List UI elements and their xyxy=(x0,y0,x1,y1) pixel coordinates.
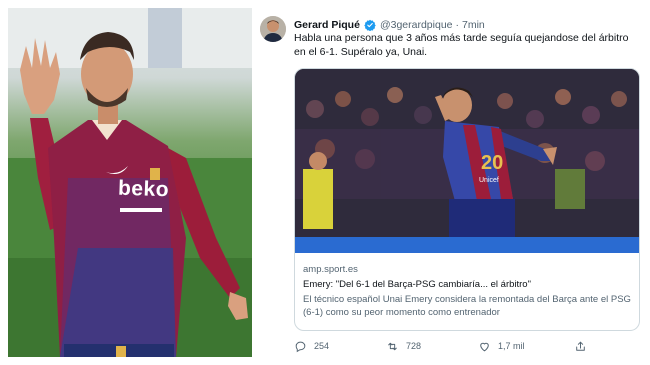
card-meta: amp.sport.es Emery: "Del 6-1 del Barça-P… xyxy=(303,263,635,319)
separator-dot: · xyxy=(455,19,460,31)
card-image: 20 Unicef xyxy=(295,69,639,253)
reply-icon xyxy=(295,341,306,352)
verified-badge-icon xyxy=(364,19,376,32)
tweet-actions: 254 728 1,7 mil xyxy=(294,338,634,354)
jersey-sponsor: beko xyxy=(117,176,170,202)
shirt-number: 20 xyxy=(481,152,504,174)
tweet[interactable]: Gerard Piqué @3gerardpique · 7min Habla … xyxy=(256,8,644,357)
display-name[interactable]: Gerard Piqué xyxy=(294,19,360,31)
link-card[interactable]: 20 Unicef amp.sport.es Emery: "Del 6-1 d… xyxy=(294,68,640,331)
player-photo: beko xyxy=(8,8,252,357)
card-title[interactable]: Emery: "Del 6-1 del Barça-PSG cambiaría.… xyxy=(303,278,635,291)
jersey-sponsor-underline xyxy=(120,208,162,212)
like-button[interactable]: 1,7 mil xyxy=(478,340,574,353)
card-domain: amp.sport.es xyxy=(303,264,358,275)
share-button[interactable] xyxy=(574,340,594,353)
reply-button[interactable]: 254 xyxy=(294,340,386,353)
shirt-sponsor: Unicef xyxy=(479,177,499,184)
retweet-icon xyxy=(388,342,397,350)
avatar[interactable] xyxy=(260,16,286,42)
retweet-button[interactable]: 728 xyxy=(386,340,478,353)
like-count: 1,7 mil xyxy=(498,341,525,351)
reply-count: 254 xyxy=(314,341,330,351)
tweet-text: Habla una persona que 3 años más tarde s… xyxy=(294,32,629,58)
card-description: El técnico español Unai Emery considera … xyxy=(303,294,631,318)
handle[interactable]: @3gerardpique xyxy=(380,19,453,31)
retweet-count: 728 xyxy=(406,341,422,351)
heart-icon xyxy=(480,342,489,351)
share-icon xyxy=(576,341,585,351)
timestamp[interactable]: 7min xyxy=(462,19,485,31)
